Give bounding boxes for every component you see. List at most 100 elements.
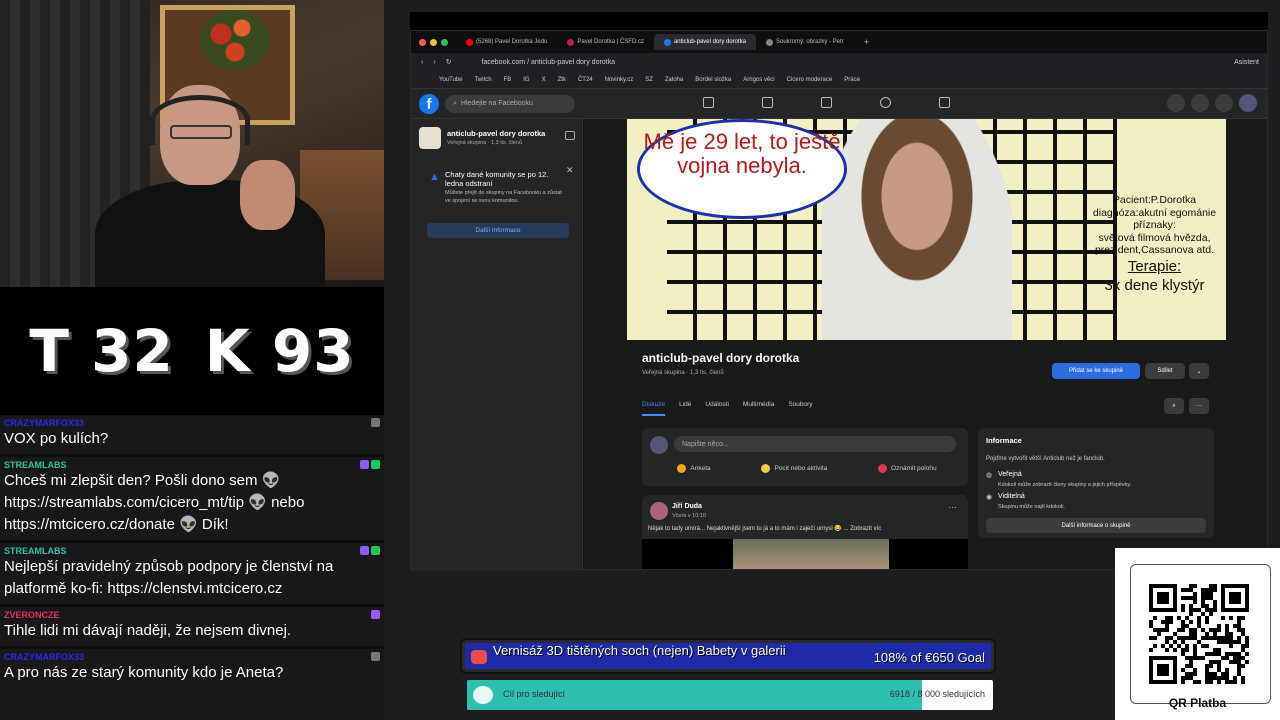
- bookmark-item[interactable]: Zaloha: [665, 77, 683, 83]
- tab-files[interactable]: Soubory: [788, 401, 812, 416]
- minimize-window-button[interactable]: [430, 38, 437, 46]
- facebook-logo-icon[interactable]: f: [419, 93, 439, 114]
- score-right: K 93: [204, 317, 355, 385]
- bookmark-folder[interactable]: Arrigos věci: [743, 77, 774, 83]
- compose-input[interactable]: Napište něco...: [674, 436, 956, 452]
- chat-username[interactable]: STREAMLABS: [4, 546, 67, 556]
- home-icon[interactable]: [703, 97, 714, 108]
- badge-icon: [371, 652, 380, 661]
- post-image[interactable]: [642, 539, 968, 569]
- streamer-hand: [240, 160, 295, 230]
- assistant-button[interactable]: Asistent: [1234, 59, 1259, 66]
- more-group-info-button[interactable]: Další informace o skupině: [986, 518, 1206, 533]
- collapse-sidebar-icon[interactable]: [565, 131, 575, 140]
- qr-code-icon: [1149, 584, 1249, 684]
- verified-badge-icon: [371, 460, 380, 469]
- qr-payment-panel: QR Platba: [1115, 548, 1280, 720]
- chat-username[interactable]: CRAZYMARFOX33: [4, 652, 84, 662]
- bookmark-item[interactable]: SZ: [645, 77, 653, 83]
- menu-grid-icon[interactable]: [1167, 94, 1185, 112]
- url-field[interactable]: facebook.com / anticlub-pavel dory dorot…: [482, 59, 615, 66]
- join-group-button[interactable]: Přidat se ke skupině: [1052, 363, 1140, 379]
- bookmark-item[interactable]: YouTube: [439, 77, 463, 83]
- check-in-button[interactable]: Oznámit polohu: [878, 464, 937, 473]
- feeling-button[interactable]: Pocit nebo aktivita: [761, 464, 827, 473]
- group-thumbnail[interactable]: [419, 127, 441, 149]
- cover-speech-bubble: Mě je 29 let, to ještě vojna nebyla.: [637, 119, 847, 219]
- bookmark-item[interactable]: FB: [504, 77, 512, 83]
- chat-text: Chceš mi zlepšit den? Pošli dono sem 👽 h…: [4, 472, 305, 533]
- bookmark-folder[interactable]: Cicero moderace: [787, 77, 833, 83]
- more-options-icon[interactable]: ···: [948, 502, 957, 512]
- groups-icon[interactable]: [880, 97, 891, 108]
- chat-username[interactable]: STREAMLABS: [4, 460, 67, 470]
- avatar[interactable]: [650, 502, 668, 520]
- avatar[interactable]: [1239, 94, 1257, 112]
- notice-title: Chaty dané komunity se po 12. ledna odst…: [445, 170, 549, 188]
- bookmark-item[interactable]: Ztk: [558, 77, 566, 83]
- messenger-icon[interactable]: [1191, 94, 1209, 112]
- bookmark-item[interactable]: Twitch: [475, 77, 492, 83]
- bookmark-item[interactable]: Novinky.cz: [605, 77, 634, 83]
- patient-line: příznaky:: [1133, 219, 1176, 231]
- post-author[interactable]: Jiří Duda: [672, 503, 702, 510]
- search-icon[interactable]: ⌕: [1164, 398, 1184, 414]
- forward-arrow-icon[interactable]: ›: [433, 59, 435, 66]
- tab-events[interactable]: Události: [705, 401, 728, 416]
- back-arrow-icon[interactable]: ‹: [421, 59, 423, 66]
- info-public-desc: Kdokoli může zobrazit členy skupiny a je…: [998, 482, 1132, 488]
- address-bar: ‹ › ↻ facebook.com / anticlub-pavel dory…: [411, 53, 1267, 71]
- cover-person: [822, 119, 1012, 340]
- bookmark-item[interactable]: ČT24: [578, 77, 593, 83]
- tab-label: anticlub-pavel dory dorotka: [673, 39, 746, 45]
- reload-icon[interactable]: ↻: [446, 58, 452, 66]
- tab-facebook-group[interactable]: anticlub-pavel dory dorotka: [653, 34, 756, 50]
- tab-private-images[interactable]: Soukromý: obrazky - Petr: [756, 34, 854, 50]
- tab-youtube[interactable]: (5268) Pavel Dorotka Jedu: [456, 34, 557, 50]
- friends-icon[interactable]: [762, 97, 773, 108]
- bookmark-item[interactable]: IG: [523, 77, 529, 83]
- info-visible: Viditelná: [998, 493, 1025, 500]
- painting-flowers: [200, 10, 270, 70]
- cover-patient-text: Pacient:P.Dorotka diagnóza:akutní egomán…: [1087, 194, 1222, 295]
- more-options-icon[interactable]: ···: [1189, 398, 1209, 414]
- facebook-search-input[interactable]: ⌕ Hledejte na Facebooku: [445, 94, 575, 113]
- maximize-window-button[interactable]: [441, 38, 448, 46]
- follower-goal-bar: Cíl pro sledující 6918 / 8 000 sledující…: [467, 680, 993, 710]
- follower-goal-icon: [473, 686, 493, 704]
- close-icon[interactable]: ✕: [566, 165, 574, 176]
- tab-discussion[interactable]: Diskuze: [642, 401, 666, 416]
- tab-media[interactable]: Multimédia: [743, 401, 774, 416]
- chevron-down-icon[interactable]: ⌄: [1189, 363, 1209, 379]
- chat-text: A pro nás ze starý komunity kdo je Aneta…: [4, 664, 284, 681]
- poll-button[interactable]: Anketa: [677, 464, 711, 473]
- new-tab-button[interactable]: +: [854, 34, 879, 50]
- notifications-icon[interactable]: [1215, 94, 1233, 112]
- location-icon: [878, 464, 888, 473]
- goal-icon: [471, 650, 487, 664]
- gaming-icon[interactable]: [939, 97, 950, 108]
- bookmark-folder[interactable]: Práce: [844, 77, 860, 83]
- facebook-icon: [663, 38, 671, 46]
- bookmark-item[interactable]: X: [542, 77, 546, 83]
- chat-username[interactable]: ZVERONCZE: [4, 610, 60, 620]
- badge-icon: [360, 460, 369, 469]
- sidebar-group-name[interactable]: anticlub-pavel dory dorotka: [447, 129, 545, 138]
- more-info-button[interactable]: Další informace: [427, 223, 569, 238]
- follower-goal-value: 6918 / 8 000 sledujících: [889, 689, 985, 699]
- tab-people[interactable]: Lidé: [679, 401, 691, 416]
- post-time[interactable]: Včera v 10:10: [672, 513, 706, 519]
- share-button[interactable]: Sdílet: [1145, 363, 1185, 379]
- badge-icon: [371, 418, 380, 427]
- goal-value: 108% of €650 Goal: [873, 650, 985, 665]
- patient-line: diagnóza:akutní egománie: [1092, 206, 1217, 219]
- chat-message: STREAMLABS Chceš mi zlepšit den? Pošli d…: [0, 457, 384, 543]
- info-visible-desc: Skupinu může najít kdokoli.: [998, 504, 1065, 510]
- tab-csfd[interactable]: Pavel Dorotka | ČSFD.cz: [557, 34, 654, 50]
- star-badge-icon: [371, 610, 380, 619]
- bookmark-folder[interactable]: Bordel složka: [695, 77, 731, 83]
- close-window-button[interactable]: [419, 38, 426, 46]
- chat-username[interactable]: CRAZYMARFOX33: [4, 418, 84, 428]
- watch-icon[interactable]: [821, 97, 832, 108]
- chat-panel: CRAZYMARFOX33 VOX po kulích? STREAMLABS …: [0, 415, 384, 720]
